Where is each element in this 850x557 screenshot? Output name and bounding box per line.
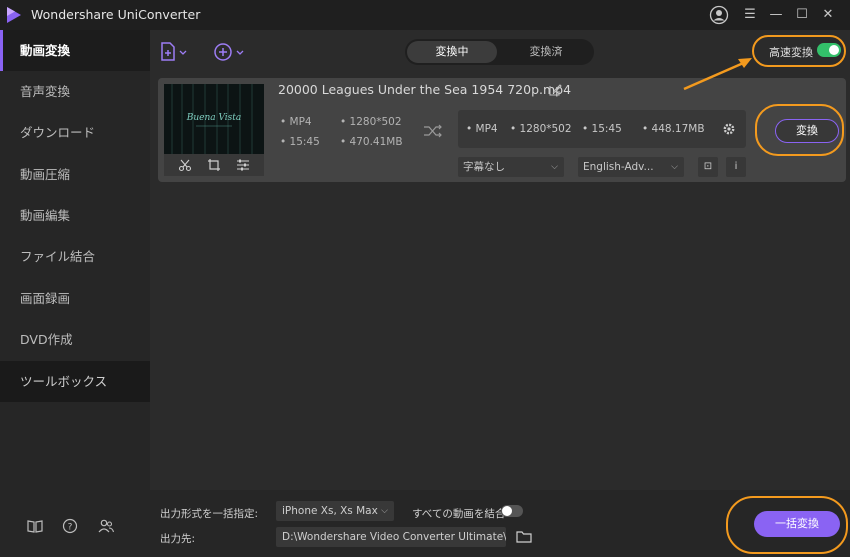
svg-text:Buena Vista: Buena Vista: [186, 113, 242, 123]
sidebar-item-merge[interactable]: ファイル結合: [0, 236, 150, 277]
tab-converted[interactable]: 変換済: [501, 41, 591, 63]
maximize-icon[interactable]: ☐: [792, 5, 812, 25]
merge-toggle[interactable]: [501, 505, 523, 517]
source-size: • 470.41MB: [340, 136, 403, 148]
chevron-down-icon: ⌵: [551, 162, 558, 172]
sidebar-item-screen-record[interactable]: 画面録画: [0, 278, 150, 319]
sidebar-item-dvd[interactable]: DVD作成: [0, 319, 150, 360]
thumbnail-image: Buena Vista: [164, 84, 264, 154]
sidebar-item-audio-convert[interactable]: 音声変換: [0, 71, 150, 112]
app-window: Wondershare UniConverter ☰ — ☐ ✕ 動画変換 音声…: [0, 0, 850, 557]
output-format-label: 出力形式を一括指定:: [160, 508, 259, 520]
video-thumbnail[interactable]: Buena Vista: [164, 84, 264, 154]
sidebar-item-video-convert[interactable]: 動画変換: [0, 30, 150, 71]
source-duration: • 15:45: [280, 136, 320, 148]
high-speed-toggle[interactable]: [817, 43, 841, 57]
bottom-bar: 出力形式を一括指定: iPhone Xs, Xs Max ⌵ すべての動画を結合 …: [150, 490, 850, 557]
high-speed-label: 高速変換: [769, 46, 813, 59]
sidebar: 動画変換 音声変換 ダウンロード 動画圧縮 動画編集 ファイル結合 画面録画 D…: [0, 30, 150, 557]
toggle-knob: [829, 45, 839, 55]
output-size: • 448.17MB: [642, 123, 705, 135]
book-icon[interactable]: [26, 517, 44, 535]
merge-label: すべての動画を結合: [412, 508, 506, 520]
add-media-icon[interactable]: [212, 41, 246, 63]
status-tabs: 変換中 変換済: [405, 39, 594, 65]
user-group-icon[interactable]: [97, 517, 115, 535]
sidebar-item-compress[interactable]: 動画圧縮: [0, 154, 150, 195]
batch-convert-button[interactable]: 一括変換: [754, 511, 840, 537]
folder-icon[interactable]: [516, 530, 532, 544]
output-resolution: • 1280*502: [510, 123, 572, 135]
output-format: • MP4: [466, 123, 498, 135]
account-icon[interactable]: [709, 5, 729, 25]
toggle-knob: [502, 506, 512, 516]
crop-icon[interactable]: [207, 158, 221, 172]
sidebar-item-download[interactable]: ダウンロード: [0, 112, 150, 153]
subtitle-edit-icon[interactable]: ⊡: [698, 157, 718, 177]
gear-icon[interactable]: [722, 122, 736, 136]
sidebar-item-edit[interactable]: 動画編集: [0, 195, 150, 236]
output-duration: • 15:45: [582, 123, 622, 135]
source-resolution: • 1280*502: [340, 116, 402, 128]
output-settings-box[interactable]: • MP4 • 1280*502 • 15:45 • 448.17MB: [458, 110, 746, 148]
output-path-label: 出力先:: [160, 533, 196, 545]
file-name: 20000 Leagues Under the Sea 1954 720p.mp…: [278, 82, 572, 97]
thumbnail-toolbar: [164, 154, 264, 176]
title-bar: Wondershare UniConverter ☰ — ☐ ✕: [0, 0, 850, 30]
main-panel: 変換中 変換済 高速変換 Buena Vista 20000 Leagues U…: [150, 30, 850, 490]
file-item-card: Buena Vista 20000 Leagues Under the Sea …: [158, 78, 846, 182]
output-path-field[interactable]: D:\Wondershare Video Converter Ultimate\…: [276, 527, 506, 547]
audio-track-select[interactable]: English-Adv... ⌵: [578, 157, 684, 177]
source-format: • MP4: [280, 116, 312, 128]
minimize-icon[interactable]: —: [766, 5, 786, 25]
edit-name-icon[interactable]: [548, 83, 562, 97]
info-icon[interactable]: i: [726, 157, 746, 177]
subtitle-select[interactable]: 字幕なし ⌵: [458, 157, 564, 177]
add-file-icon[interactable]: [159, 41, 189, 63]
output-format-select[interactable]: iPhone Xs, Xs Max ⌵: [276, 501, 394, 521]
effects-icon[interactable]: [236, 158, 250, 172]
chevron-down-icon: ⌵: [671, 162, 678, 172]
convert-arrow-icon: [424, 124, 442, 138]
scissors-icon[interactable]: [178, 158, 192, 172]
app-logo-icon: [7, 7, 21, 23]
help-icon[interactable]: ?: [61, 517, 79, 535]
convert-button[interactable]: 変換: [775, 119, 839, 143]
close-icon[interactable]: ✕: [818, 5, 838, 25]
app-title: Wondershare UniConverter: [31, 7, 201, 22]
sidebar-item-toolbox[interactable]: ツールボックス: [0, 361, 150, 402]
tab-converting[interactable]: 変換中: [407, 41, 497, 63]
chevron-down-icon: ⌵: [381, 506, 388, 516]
svg-text:?: ?: [68, 523, 73, 533]
menu-icon[interactable]: ☰: [740, 5, 760, 25]
